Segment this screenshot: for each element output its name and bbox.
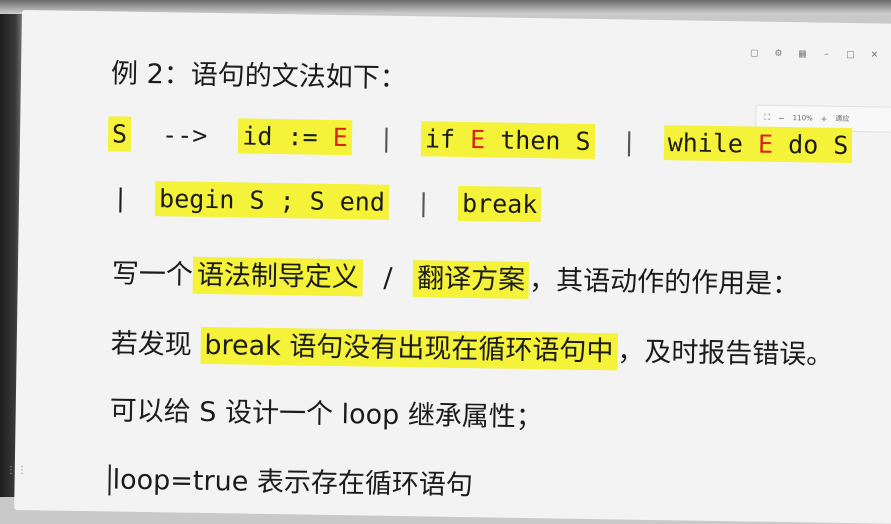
window-controls: ▢ ⚙ ▦ – □ ✕ bbox=[747, 48, 881, 60]
production-begin: begin S ; S end bbox=[154, 181, 390, 220]
production-break: break bbox=[457, 185, 542, 223]
expr-e: E bbox=[332, 122, 348, 153]
grammar-line-2: | begin S ; S end | break bbox=[112, 181, 542, 223]
line-write: 写一个 语法制导定义 / 翻译方案 ，其语动作的作用是： bbox=[112, 251, 800, 301]
break-highlight: break 语句没有出现在循环语句中 bbox=[200, 326, 618, 371]
line-if: 若发现 break 语句没有出现在循环语句中 ，及时报告错误。 bbox=[111, 321, 834, 371]
assign-text: id := bbox=[242, 121, 318, 152]
slide-screen: ▢ ⚙ ▦ – □ ✕ ⛶ − 110% + 適应 例 2：语句的文法如下： S… bbox=[14, 10, 891, 524]
grid-icon[interactable]: ▦ bbox=[795, 49, 809, 59]
zoom-out-button[interactable]: − bbox=[778, 113, 785, 122]
zoom-in-button[interactable]: + bbox=[821, 114, 828, 123]
settings-icon[interactable]: ⚙ bbox=[771, 49, 785, 59]
while-keyword: while bbox=[667, 128, 744, 159]
if-suffix: ，及时报告错误。 bbox=[617, 336, 834, 371]
grammar-arrow: --> bbox=[161, 120, 208, 150]
expr-e: E bbox=[757, 129, 774, 159]
scheme-highlight: 翻译方案 bbox=[412, 260, 530, 299]
alt-bar: | bbox=[112, 183, 129, 213]
zoom-level: 110% bbox=[792, 114, 813, 123]
write-suffix: ，其语动作的作用是： bbox=[528, 265, 800, 301]
write-prefix: 写一个 bbox=[111, 258, 194, 291]
then-text: then S bbox=[500, 125, 591, 156]
if-prefix: 若发现 bbox=[110, 328, 192, 361]
production-while: while E do S bbox=[663, 125, 853, 164]
line-loop[interactable]: loop=true 表示存在循环语句 bbox=[108, 457, 473, 502]
do-text: do S bbox=[787, 130, 849, 160]
fit-button[interactable]: 適应 bbox=[835, 114, 849, 124]
expr-e: E bbox=[469, 125, 486, 155]
maximize-icon[interactable]: □ bbox=[843, 50, 857, 60]
grammar-line-1: S --> id := E | if E then S | while E do… bbox=[107, 116, 853, 164]
alt-bar: | bbox=[378, 123, 395, 153]
alt-bar: | bbox=[415, 188, 432, 218]
grammar-lhs: S bbox=[107, 116, 132, 152]
restore-icon[interactable]: ▢ bbox=[747, 48, 761, 58]
if-keyword: if bbox=[424, 124, 456, 154]
loop-text: loop=true 表示存在循环语句 bbox=[112, 464, 474, 502]
sdd-highlight: 语法制导定义 bbox=[192, 256, 364, 297]
fullscreen-icon[interactable]: ⛶ bbox=[764, 113, 770, 123]
production-if: if E then S bbox=[420, 121, 595, 160]
minimize-icon[interactable]: – bbox=[819, 50, 833, 60]
production-assign: id := E bbox=[238, 118, 353, 156]
close-icon[interactable]: ✕ bbox=[867, 50, 881, 60]
slide-title: 例 2：语句的文法如下： bbox=[110, 58, 407, 95]
slash: / bbox=[383, 262, 393, 294]
line-attr: 可以给 S 设计一个 loop 继承属性； bbox=[109, 395, 544, 434]
grip-icon[interactable]: ⋮⋮ bbox=[6, 465, 28, 476]
alt-bar: | bbox=[621, 127, 637, 157]
